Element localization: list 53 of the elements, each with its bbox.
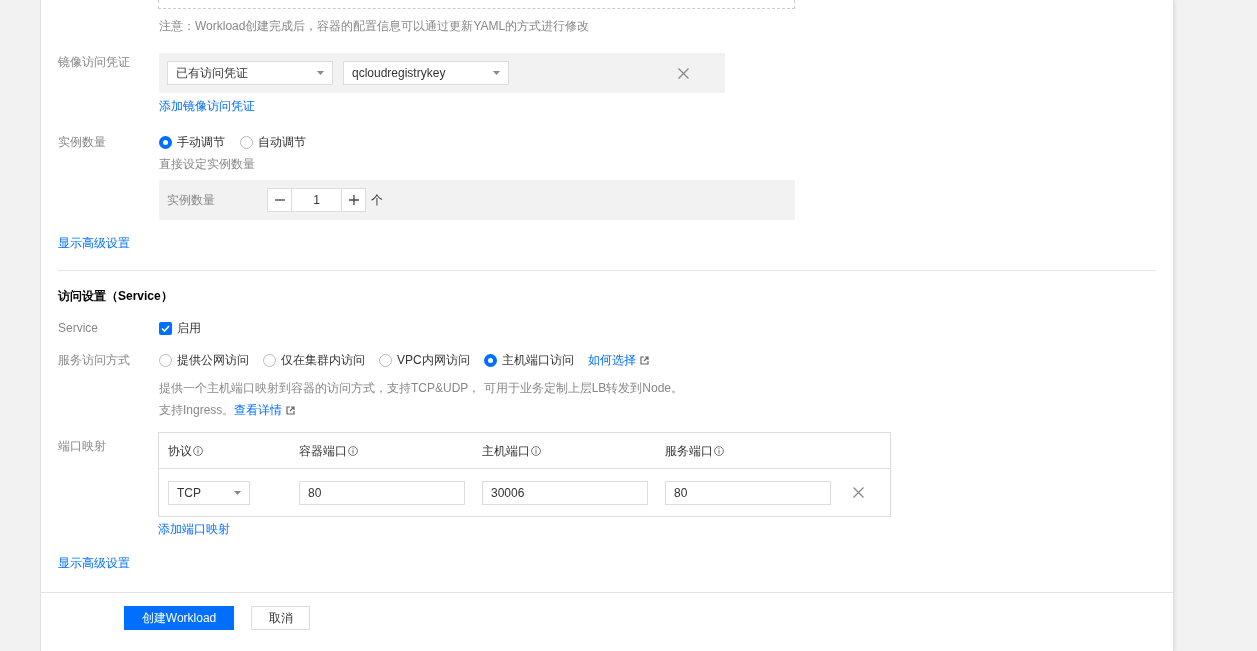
count-label: 实例数量 [167, 192, 216, 209]
select-field[interactable]: TCP [168, 480, 250, 505]
section-heading: 访问设置（Service） [58, 289, 173, 303]
radio-option[interactable]: 手动调节 [159, 133, 225, 151]
column-header: 协议 [168, 442, 192, 460]
add-port-mapping-link[interactable]: 添加端口映射 [158, 522, 230, 536]
info-icon [714, 445, 724, 456]
column-header: 主机端口 [482, 442, 530, 460]
cancel-button[interactable]: 取消 [251, 606, 310, 630]
count-input[interactable]: 1 [292, 188, 341, 212]
hint-text: 直接设定实例数量 [159, 157, 255, 171]
show-advanced-link[interactable]: 显示高级设置 [58, 236, 130, 250]
field-label: Service [58, 320, 99, 337]
close-icon[interactable] [678, 67, 689, 79]
external-link-icon [286, 405, 296, 415]
info-icon [531, 445, 541, 456]
plus-icon [348, 195, 359, 205]
minus-button[interactable] [267, 188, 292, 212]
caret-icon [234, 490, 241, 495]
unit-label: 个 [371, 192, 383, 209]
radio-option[interactable]: 主机端口访问 [483, 351, 574, 369]
radio-option[interactable]: 提供公网访问 [159, 351, 249, 369]
close-icon[interactable] [853, 487, 864, 498]
external-link-icon [639, 355, 649, 365]
minus-icon [274, 199, 285, 201]
field-label: 实例数量 [58, 134, 107, 151]
show-advanced-link[interactable]: 显示高级设置 [58, 556, 130, 570]
ingress-note: 支持Ingress。 [159, 402, 235, 419]
how-to-choose-link[interactable]: 如何选择 [587, 351, 649, 369]
radio-option[interactable]: VPC内网访问 [379, 351, 470, 369]
caret-icon [493, 71, 500, 75]
column-header: 容器端口 [299, 442, 347, 460]
description-text: 提供一个主机端口映射到容器的访问方式，支持TCP&UDP， 可用于业务定制上层LB转发到Node。 [159, 381, 684, 395]
field-label: 服务访问方式 [58, 352, 131, 369]
radio-option[interactable]: 仅在集群内访问 [263, 351, 365, 369]
info-icon [348, 445, 358, 456]
column-header: 服务端口 [665, 442, 713, 460]
field-label: 镜像访问凭证 [58, 54, 131, 71]
input-field[interactable]: 80 [665, 480, 831, 505]
field-label: 端口映射 [58, 438, 107, 455]
caret-icon [317, 71, 324, 75]
plus-button[interactable] [341, 188, 366, 212]
checkbox-option[interactable]: 启用 [159, 319, 201, 337]
radio-option[interactable]: 自动调节 [240, 133, 306, 151]
input-field[interactable]: 30006 [482, 480, 648, 505]
view-details-link[interactable]: 查看详情 [234, 399, 296, 421]
input-field[interactable]: 80 [299, 480, 465, 505]
create-button[interactable]: 创建Workload [124, 606, 234, 630]
info-icon [193, 445, 203, 456]
add-credential-link[interactable]: 添加镜像访问凭证 [159, 99, 255, 113]
select-field[interactable]: 已有访问凭证 [167, 61, 333, 85]
note-text: 注意：Workload创建完成后，容器的配置信息可以通过更新YAML的方式进行修改 [159, 19, 590, 33]
select-field[interactable]: qcloudregistrykey [343, 61, 509, 85]
